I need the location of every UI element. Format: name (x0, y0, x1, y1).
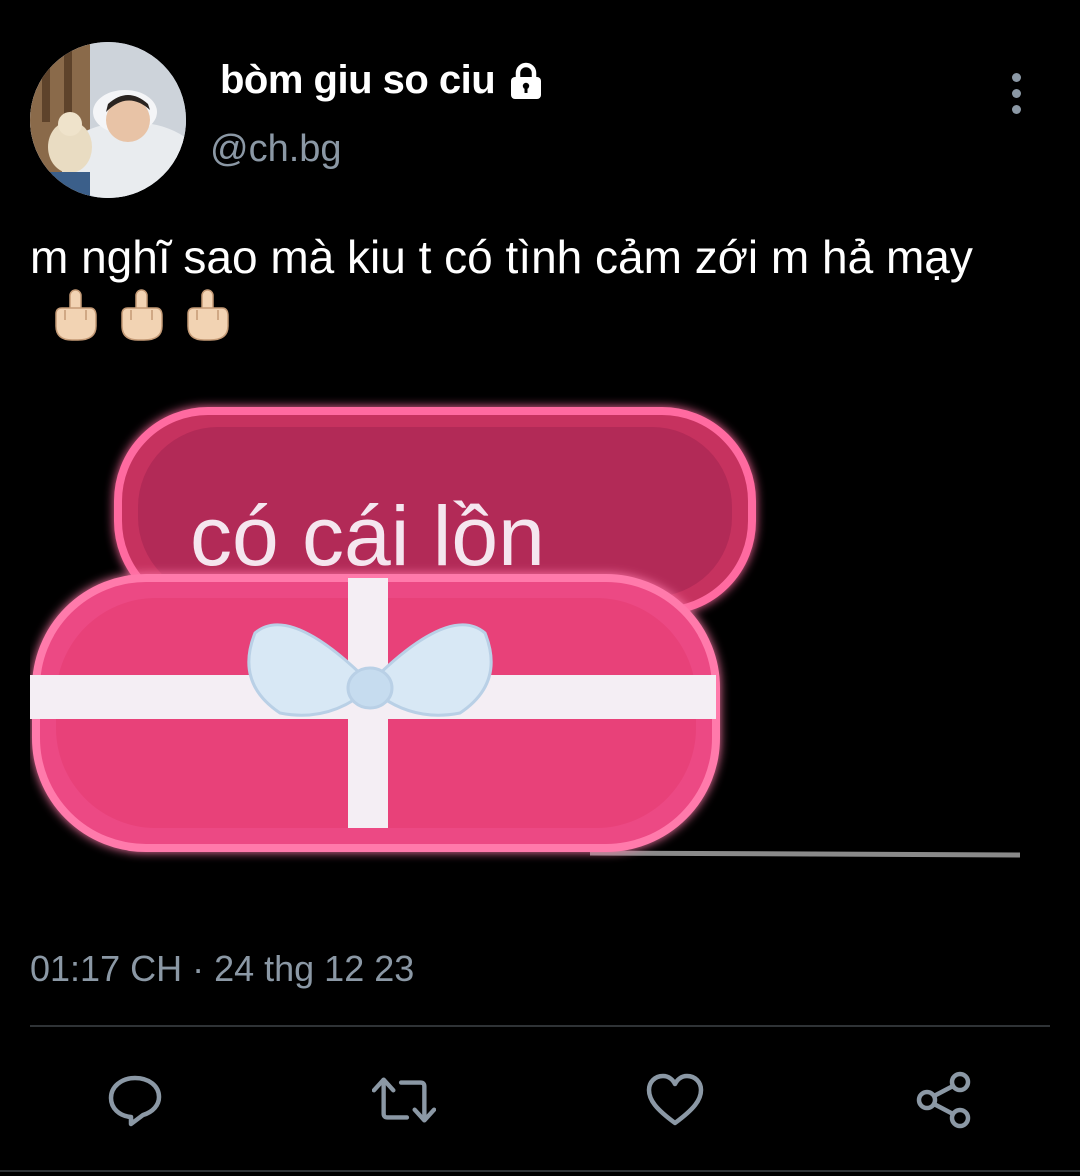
author-name-row[interactable]: bòm giu so ciu (220, 58, 547, 103)
middle-finger-emoji-icon (55, 289, 97, 341)
more-dot (1011, 88, 1021, 98)
tweet-body: m nghĩ sao mà kiu t có tình cảm zới m hả… (30, 231, 973, 283)
tweet-text: m nghĩ sao mà kiu t có tình cảm zới m hả… (30, 226, 1050, 351)
emoji-group (50, 288, 232, 342)
media-caption: có cái lồn (190, 489, 545, 583)
author-handle[interactable]: @ch.bg (210, 128, 342, 171)
reply-button[interactable] (103, 1068, 167, 1132)
retweet-button[interactable] (372, 1068, 436, 1132)
retweet-icon (372, 1077, 436, 1123)
middle-finger-emoji-icon (187, 289, 229, 341)
tweet-timestamp[interactable]: 01:17 CH · 24 thg 12 23 (30, 948, 414, 990)
avatar[interactable] (30, 42, 186, 198)
share-icon (916, 1071, 971, 1129)
avatar-image (30, 42, 186, 198)
more-options-button[interactable] (996, 68, 1036, 118)
lock-icon (505, 60, 547, 102)
like-button[interactable] (643, 1068, 707, 1132)
share-button[interactable] (912, 1068, 976, 1132)
gift-box-image: có cái lồn (30, 383, 1020, 915)
divider (30, 1025, 1050, 1027)
more-dot (1011, 72, 1021, 82)
more-dot (1011, 104, 1021, 114)
middle-finger-emoji-icon (121, 289, 163, 341)
heart-icon (646, 1073, 704, 1126)
bottom-divider (0, 1170, 1080, 1172)
tweet-media[interactable]: có cái lồn (30, 383, 1020, 915)
display-name[interactable]: bòm giu so ciu (220, 58, 496, 103)
reply-icon (108, 1075, 162, 1127)
